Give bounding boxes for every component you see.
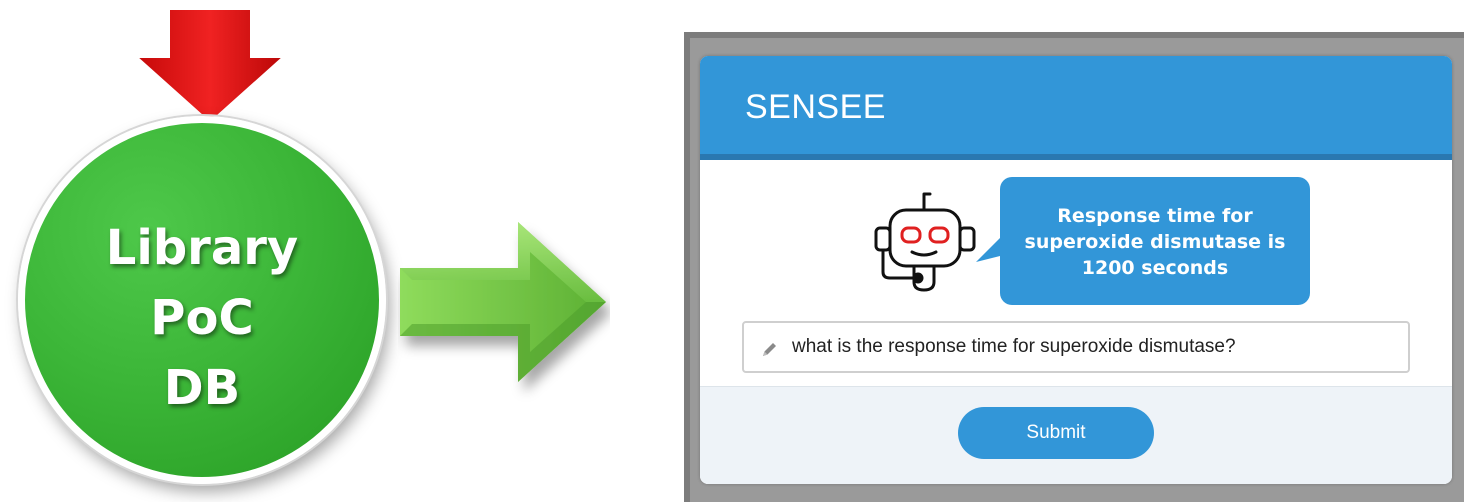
sensee-app-window: SENSEE Response time for superoxide dism… (700, 56, 1452, 484)
app-header: SENSEE (700, 56, 1452, 160)
bot-response-line-2: superoxide dismutase is (1024, 231, 1286, 253)
db-label: Library PoC DB (25, 213, 379, 423)
right-arrow-icon (400, 222, 606, 382)
app-footer: Submit (700, 386, 1452, 484)
db-label-line-3: DB (163, 360, 241, 416)
down-arrow-icon (130, 8, 290, 126)
db-label-line-2: PoC (150, 290, 254, 346)
robot-headset-icon (874, 192, 976, 292)
db-label-line-1: Library (105, 220, 299, 276)
bot-response-line-1: Response time for (1057, 205, 1253, 227)
query-input[interactable] (792, 331, 1392, 363)
query-field[interactable] (742, 321, 1410, 373)
app-title: SENSEE (745, 88, 886, 126)
pencil-icon (763, 343, 776, 356)
library-poc-db-node: Library PoC DB (18, 116, 386, 484)
bot-response-bubble: Response time for superoxide dismutase i… (1000, 177, 1310, 305)
bot-response-line-3: 1200 seconds (1081, 257, 1229, 279)
submit-button[interactable]: Submit (958, 407, 1154, 459)
